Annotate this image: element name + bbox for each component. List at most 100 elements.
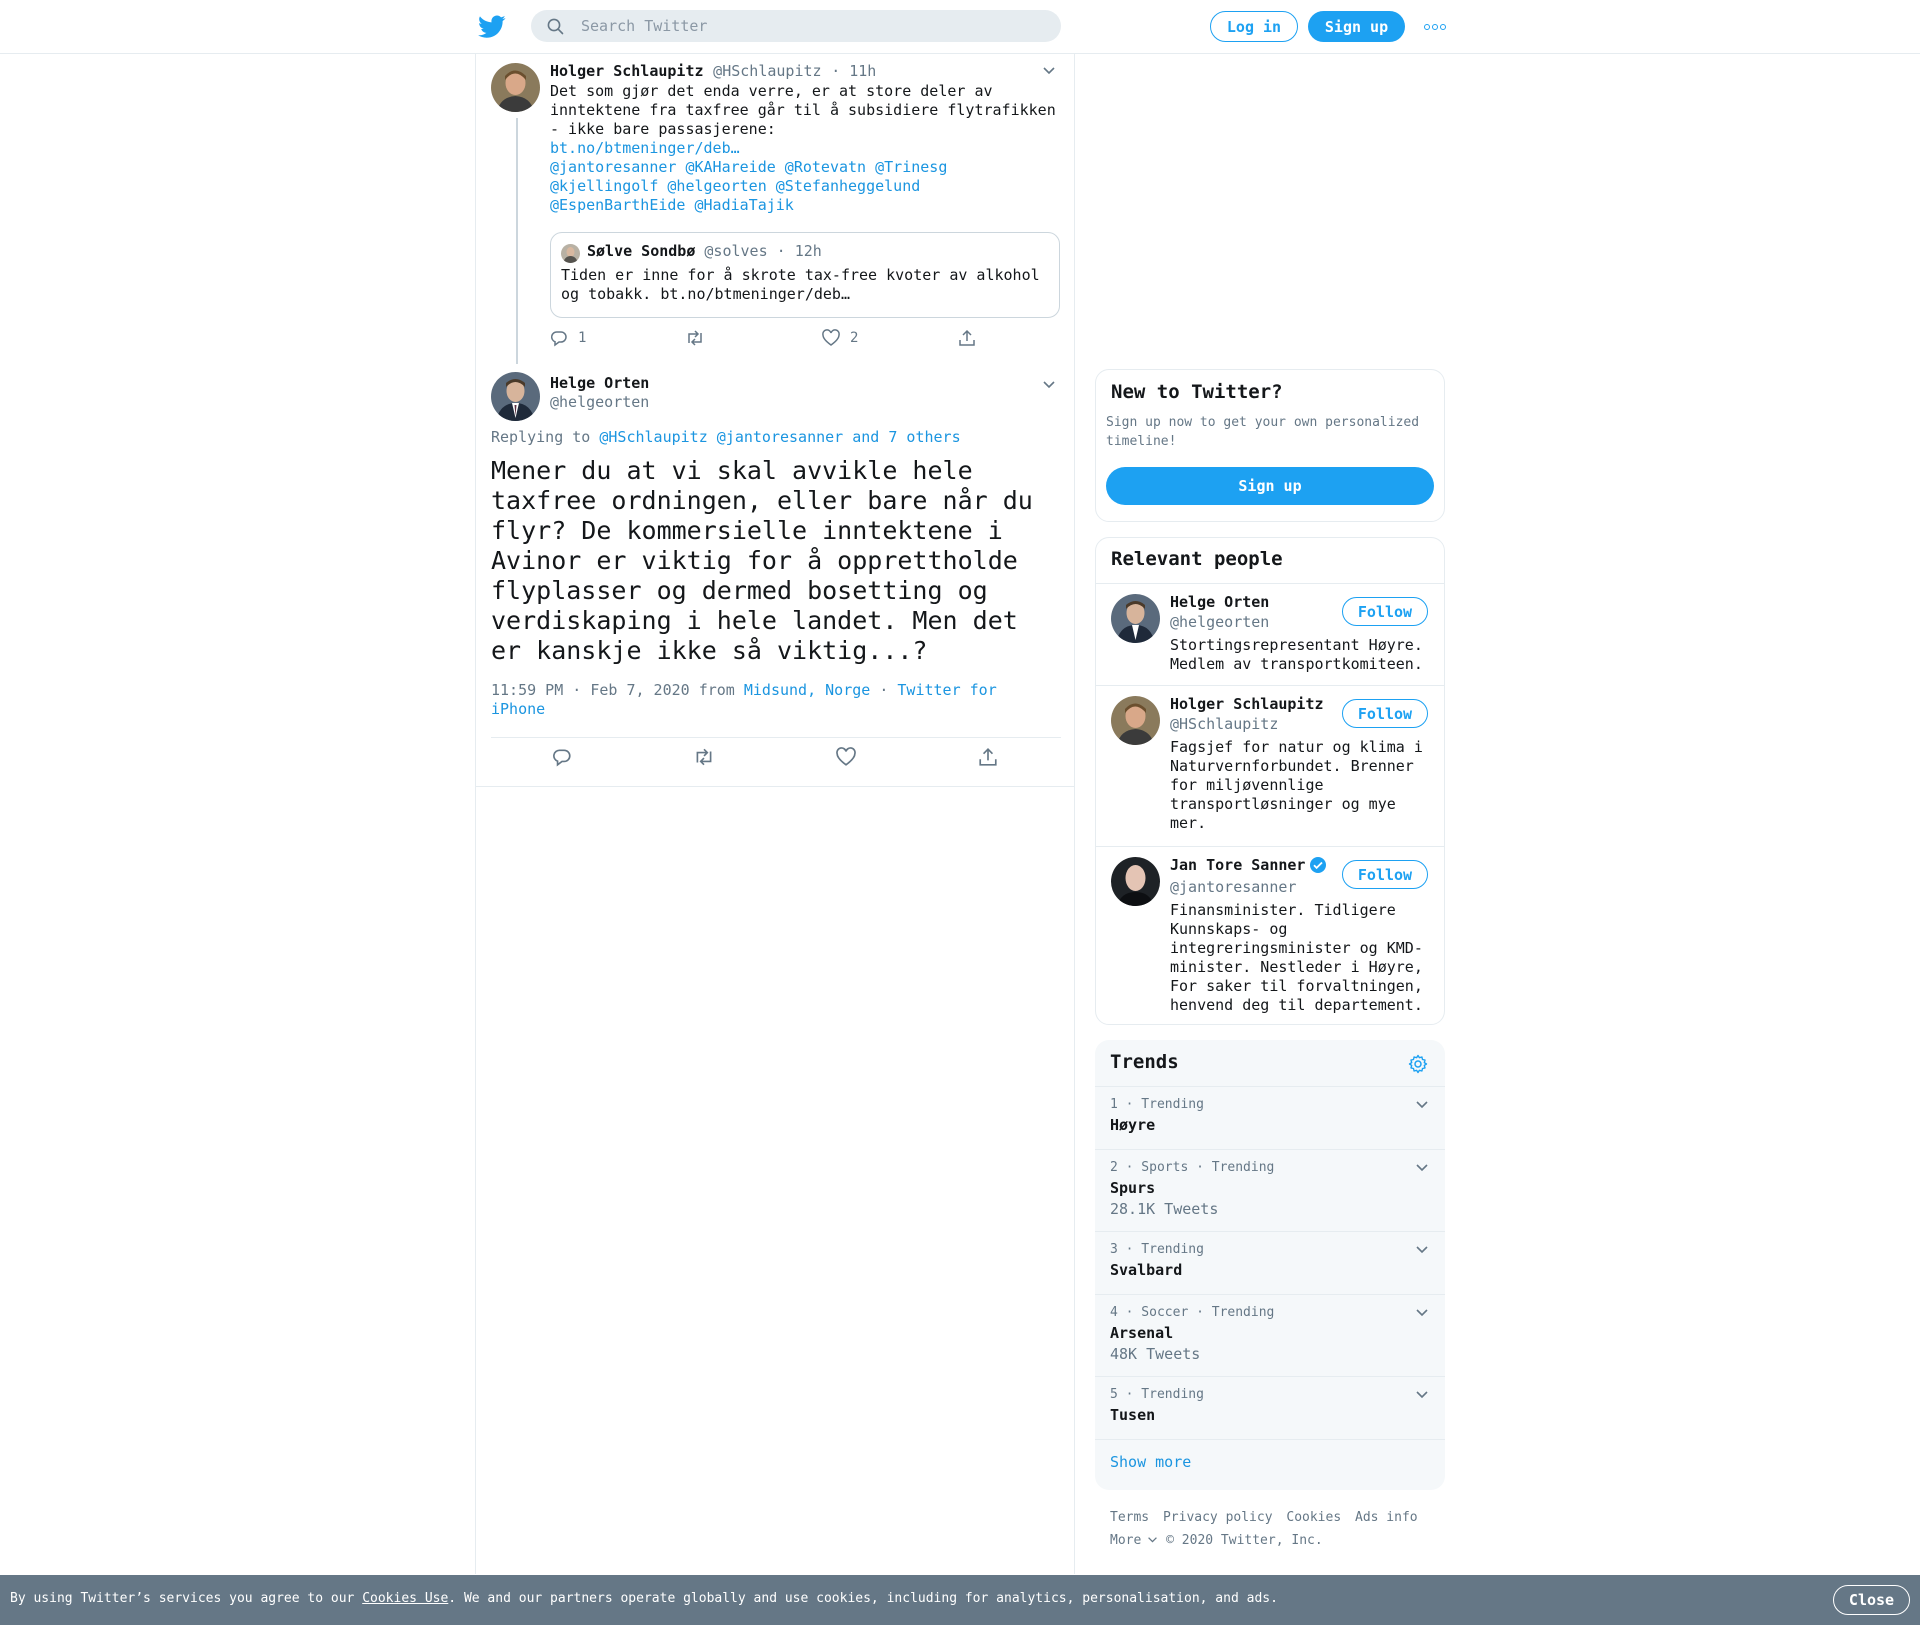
tweet-time[interactable]: · 11h — [831, 62, 876, 80]
person-item[interactable]: Helge Orten @helgeorten Follow Stortings… — [1096, 584, 1444, 685]
trend-meta: 3 · Trending — [1110, 1242, 1204, 1257]
avatar[interactable] — [1111, 857, 1160, 906]
conversation-column: Holger Schlaupitz @HSchlaupitz · 11h Det… — [475, 54, 1075, 1574]
quoted-tweet[interactable]: Sølve Sondbø @solves · 12h Tiden er inne… — [550, 232, 1060, 318]
author-name[interactable]: Helge Orten — [550, 374, 649, 392]
gear-icon[interactable] — [1408, 1054, 1428, 1074]
show-more-link[interactable]: Show more — [1110, 1453, 1191, 1471]
cookies-use-link[interactable]: Cookies Use — [362, 1591, 448, 1606]
trend-meta: 1 · Trending — [1110, 1097, 1204, 1112]
more-dots-icon[interactable] — [1424, 20, 1446, 34]
share-button[interactable] — [958, 329, 976, 347]
like-button[interactable] — [775, 737, 917, 777]
terms-link[interactable]: Terms — [1110, 1510, 1149, 1525]
mention-list[interactable]: @jantoresanner @KAHareide @Rotevatn @Tri… — [550, 158, 1070, 177]
relevant-people-card: Relevant people Helge Orten @helgeorten … — [1095, 537, 1445, 1025]
share-icon — [979, 748, 997, 766]
chevron-down-icon[interactable] — [1042, 66, 1056, 76]
person-handle[interactable]: @jantoresanner — [1170, 878, 1296, 896]
login-button[interactable]: Log in — [1210, 11, 1298, 42]
divider — [1095, 1149, 1445, 1150]
trend-count: 28.1K Tweets — [1110, 1200, 1219, 1218]
trend-meta: 4 · Soccer · Trending — [1110, 1305, 1275, 1320]
privacy-link[interactable]: Privacy policy — [1163, 1510, 1273, 1525]
divider — [1095, 1439, 1445, 1440]
person-name[interactable]: Holger Schlaupitz — [1170, 695, 1324, 713]
person-item[interactable]: Holger Schlaupitz @HSchlaupitz Follow Fa… — [1096, 686, 1444, 846]
like-button[interactable]: 2 — [822, 329, 858, 347]
chevron-down-icon[interactable] — [1042, 380, 1056, 390]
chevron-down-icon[interactable] — [1415, 1163, 1429, 1173]
trend-meta: 2 · Sports · Trending — [1110, 1160, 1275, 1175]
quote-time: · 12h — [776, 242, 822, 260]
avatar[interactable] — [1111, 594, 1160, 643]
replying-to-links[interactable]: @HSchlaupitz @jantoresanner and 7 others — [599, 428, 960, 446]
person-handle[interactable]: @helgeorten — [1170, 613, 1269, 631]
divider — [1095, 1376, 1445, 1377]
person-bio: Stortingsrepresentant Høyre. Medlem av t… — [1170, 636, 1423, 673]
mention-list[interactable]: @kjellingolf @helgeorten @Stefanheggelun… — [550, 177, 1070, 196]
tweet-actions — [491, 737, 1061, 777]
author-handle[interactable]: @helgeorten — [550, 393, 649, 411]
card-title: Relevant people — [1111, 548, 1283, 570]
reply-icon — [553, 749, 571, 767]
sidebar-footer: Terms Privacy policy Cookies Ads info Mo… — [1110, 1506, 1450, 1552]
trend-name[interactable]: Svalbard — [1110, 1261, 1182, 1279]
thread-line — [516, 118, 518, 364]
quote-header: Sølve Sondbø @solves · 12h — [587, 242, 822, 260]
card-title: New to Twitter? — [1111, 381, 1283, 403]
trends-card: Trends 1 · Trending Høyre 2 · Sports · T… — [1095, 1040, 1445, 1490]
share-icon — [959, 329, 975, 346]
reply-button[interactable]: 1 — [550, 329, 586, 347]
top-bar: Log in Sign up — [0, 0, 1920, 54]
follow-button[interactable]: Follow — [1342, 699, 1428, 728]
signup-button[interactable]: Sign up — [1308, 11, 1405, 42]
cookie-banner: By using Twitter’s services you agree to… — [0, 1575, 1920, 1625]
twitter-bird-icon[interactable] — [478, 14, 506, 40]
ads-info-link[interactable]: Ads info — [1355, 1510, 1418, 1525]
follow-button[interactable]: Follow — [1342, 597, 1428, 626]
search-box[interactable] — [531, 10, 1061, 42]
trend-count: 48K Tweets — [1110, 1345, 1201, 1363]
follow-button[interactable]: Follow — [1342, 860, 1428, 889]
retweet-button[interactable] — [685, 329, 705, 347]
search-input[interactable] — [581, 10, 1041, 42]
person-bio: Fagsjef for natur og klima i Naturvernfo… — [1170, 738, 1423, 832]
chevron-down-icon[interactable] — [1415, 1100, 1429, 1110]
trend-name[interactable]: Tusen — [1110, 1406, 1155, 1424]
trend-name[interactable]: Høyre — [1110, 1116, 1155, 1134]
cookies-link[interactable]: Cookies — [1286, 1510, 1341, 1525]
mention-list[interactable]: @EspenBarthEide @HadiaTajik — [550, 196, 1070, 215]
avatar[interactable] — [491, 63, 540, 112]
retweet-button[interactable] — [633, 737, 775, 777]
cookie-close-button[interactable]: Close — [1833, 1585, 1910, 1615]
trend-name[interactable]: Arsenal — [1110, 1324, 1173, 1342]
person-item[interactable]: Jan Tore Sanner @jantoresanner Follow Fi… — [1096, 847, 1444, 1025]
author-handle[interactable]: @HSchlaupitz — [713, 62, 821, 80]
avatar[interactable] — [491, 372, 540, 421]
tweet-location[interactable]: Midsund, Norge — [744, 681, 870, 699]
tweet-timestamp[interactable]: 11:59 PM · Feb 7, 2020 from — [491, 681, 735, 699]
avatar — [561, 244, 580, 263]
person-bio: Finansminister. Tidligere Kunnskaps- og … — [1170, 901, 1423, 1014]
chevron-down-icon[interactable] — [1415, 1245, 1429, 1255]
tweet-meta: 11:59 PM · Feb 7, 2020 from Midsund, Nor… — [491, 681, 1051, 719]
tweet-text: Det som gjør det enda verre, er at store… — [550, 82, 1070, 215]
divider — [1095, 1086, 1445, 1087]
avatar[interactable] — [1111, 696, 1160, 745]
sidebar-signup-button[interactable]: Sign up — [1106, 467, 1434, 505]
chevron-down-icon[interactable] — [1415, 1308, 1429, 1318]
heart-icon — [836, 747, 856, 766]
chevron-down-icon[interactable] — [1415, 1390, 1429, 1400]
tweet-link[interactable]: bt.no/btmeninger/deb… — [550, 139, 1070, 158]
trend-name[interactable]: Spurs — [1110, 1179, 1155, 1197]
person-name[interactable]: Jan Tore Sanner — [1170, 856, 1327, 874]
card-title: Trends — [1110, 1051, 1179, 1073]
divider — [1095, 1294, 1445, 1295]
person-handle[interactable]: @HSchlaupitz — [1170, 715, 1278, 733]
reply-button[interactable] — [491, 737, 633, 777]
author-name[interactable]: Holger Schlaupitz — [550, 62, 704, 80]
share-button[interactable] — [917, 737, 1059, 777]
person-name[interactable]: Helge Orten — [1170, 593, 1269, 611]
more-menu[interactable]: More — [1110, 1533, 1158, 1548]
